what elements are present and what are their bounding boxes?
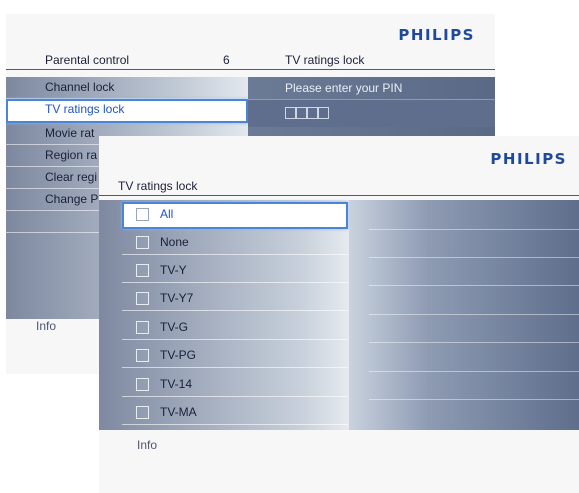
- option-label: TV-Y: [160, 263, 187, 277]
- option-label: TV-G: [160, 320, 189, 334]
- menu-item-label: Movie rat: [45, 126, 95, 140]
- menu-item-label: Channel lock: [45, 80, 115, 94]
- divider: [369, 314, 579, 315]
- menu-item-channel-lock[interactable]: Channel lock: [6, 77, 248, 99]
- checkbox-icon[interactable]: [136, 292, 149, 305]
- ratings-option-list: All None TV-Y TV-Y7 TV-G TV-PG TV-14 TV-…: [99, 200, 349, 430]
- checkbox-icon[interactable]: [136, 349, 149, 362]
- option-label: TV-MA: [160, 405, 197, 419]
- option-tv-y7[interactable]: TV-Y7: [122, 286, 348, 311]
- checkbox-icon[interactable]: [136, 406, 149, 419]
- pin-digit-box: [318, 107, 329, 119]
- philips-logo: PHILIPS: [398, 26, 475, 44]
- tv-ratings-lock-screen: PHILIPS TV ratings lock All None TV-Y TV…: [99, 136, 579, 493]
- pin-digit-box: [296, 107, 307, 119]
- divider: [369, 371, 579, 372]
- checkbox-icon[interactable]: [136, 208, 149, 221]
- philips-logo: PHILIPS: [490, 150, 567, 168]
- pin-prompt: Please enter your PIN: [285, 81, 403, 95]
- pin-digit-box: [307, 107, 318, 119]
- divider: [369, 257, 579, 258]
- checkbox-icon[interactable]: [136, 264, 149, 277]
- checkbox-icon[interactable]: [136, 321, 149, 334]
- front-header: TV ratings lock: [99, 175, 579, 196]
- option-tv-pg[interactable]: TV-PG: [122, 343, 348, 368]
- menu-count: 6: [223, 53, 230, 67]
- divider: [369, 229, 579, 230]
- divider: [369, 285, 579, 286]
- option-tv-14[interactable]: TV-14: [122, 372, 348, 397]
- menu-item-label: Change P: [45, 192, 99, 206]
- divider: [369, 399, 579, 400]
- back-header: Parental control 6 TV ratings lock: [6, 50, 495, 70]
- option-none[interactable]: None: [122, 230, 348, 255]
- checkbox-icon[interactable]: [136, 378, 149, 391]
- option-label: TV-14: [160, 377, 193, 391]
- menu-item-tv-ratings-lock[interactable]: TV ratings lock: [6, 99, 248, 123]
- option-tv-y[interactable]: TV-Y: [122, 258, 348, 283]
- menu-title: Parental control: [45, 53, 130, 67]
- ratings-detail-panel: [349, 200, 579, 430]
- page-title: TV ratings lock: [118, 179, 198, 193]
- info-label: Info: [36, 319, 57, 333]
- checkbox-icon[interactable]: [136, 236, 149, 249]
- option-all[interactable]: All: [122, 202, 348, 229]
- divider: [369, 342, 579, 343]
- option-tv-g[interactable]: TV-G: [122, 315, 348, 340]
- option-label: TV-PG: [160, 348, 197, 362]
- option-label: None: [160, 235, 189, 249]
- option-tv-ma[interactable]: TV-MA: [122, 400, 348, 425]
- menu-item-label: TV ratings lock: [45, 102, 125, 116]
- option-label: All: [160, 207, 174, 221]
- pin-digit-box: [285, 107, 296, 119]
- pin-entry[interactable]: [248, 99, 495, 127]
- option-label: TV-Y7: [160, 291, 194, 305]
- menu-item-label: Clear regi: [45, 170, 98, 184]
- info-label: Info: [137, 438, 158, 452]
- submenu-title: TV ratings lock: [285, 53, 365, 67]
- menu-item-label: Region ra: [45, 148, 98, 162]
